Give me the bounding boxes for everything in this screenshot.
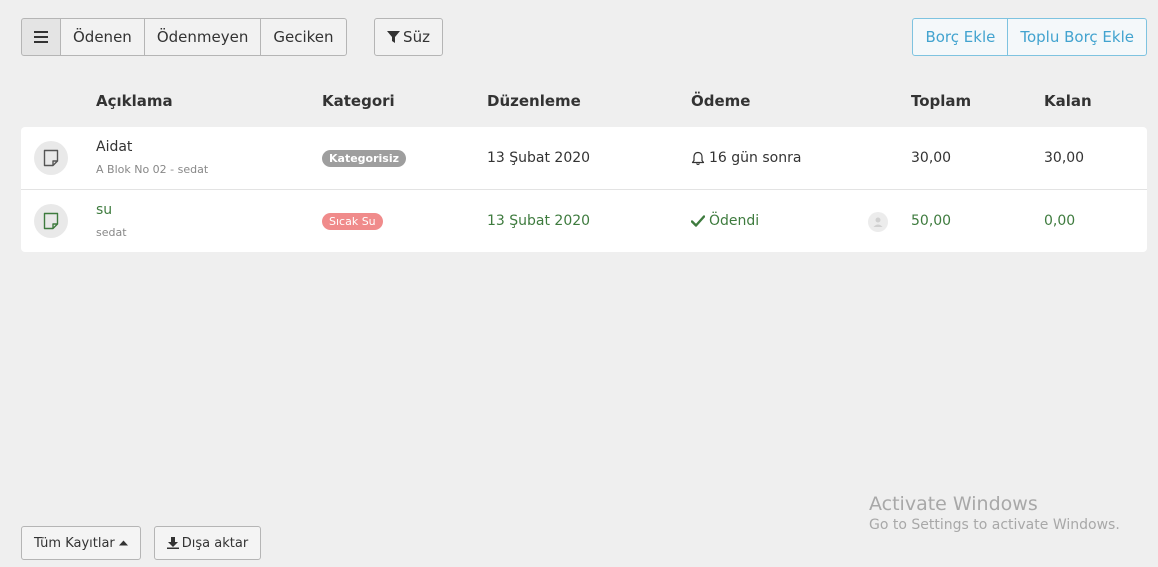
header-category[interactable]: Kategori [322,92,395,110]
row-total: 50,00 [911,213,952,229]
check-icon [691,215,705,227]
windows-activation-watermark: Activate Windows Go to Settings to activ… [869,493,1120,533]
row-date: 13 Şubat 2020 [487,213,591,229]
row-payment-cell: 16 gün sonra [691,127,801,189]
download-icon [166,537,179,549]
payment-status: Ödendi [709,213,760,229]
row-payment-cell: Ödendi [691,190,759,252]
user-avatar-icon[interactable] [868,212,888,232]
category-badge: Kategorisiz [322,149,407,167]
document-icon [34,204,68,238]
watermark-title: Activate Windows [869,493,1038,515]
row-category-cell: Sıcak Su [322,190,383,252]
row-remaining: 30,00 [1044,150,1085,166]
row-subtitle: A Blok No 02 - sedat [96,163,209,176]
caret-up-icon [118,540,128,546]
all-records-dropdown[interactable]: Tüm Kayıtlar [21,526,141,560]
header-description[interactable]: Açıklama [96,92,173,110]
debts-table: Aidat A Blok No 02 - sedat Kategorisiz 1… [21,127,1147,252]
menu-button[interactable] [21,18,61,56]
all-records-label: Tüm Kayıtlar [34,535,115,551]
row-title: Aidat [96,139,133,155]
row-date: 13 Şubat 2020 [487,150,591,166]
row-title: su [96,202,113,218]
watermark-subtitle: Go to Settings to activate Windows. [869,517,1120,533]
category-badge: Sıcak Su [322,212,383,230]
filter-overdue-button[interactable]: Geciken [260,18,347,56]
hamburger-icon [34,31,48,43]
add-debt-button[interactable]: Borç Ekle [912,18,1009,56]
header-total[interactable]: Toplam [911,92,971,110]
bulk-add-debt-button[interactable]: Toplu Borç Ekle [1007,18,1147,56]
filter-unpaid-button[interactable]: Ödenmeyen [143,18,262,56]
table-row[interactable]: Aidat A Blok No 02 - sedat Kategorisiz 1… [21,127,1147,190]
export-button[interactable]: Dışa aktar [153,526,262,560]
row-total: 30,00 [911,150,952,166]
status-filter-group: Ödenen Ödenmeyen Geciken [21,18,347,56]
filter-paid-button[interactable]: Ödenen [60,18,145,56]
row-category-cell: Kategorisiz [322,127,407,189]
header-payment[interactable]: Ödeme [691,92,750,110]
row-remaining: 0,00 [1044,213,1076,229]
filter-button-label: Süz [403,28,430,46]
row-subtitle: sedat [96,226,127,239]
bell-icon [691,151,705,165]
footer-actions: Tüm Kayıtlar Dışa aktar [21,526,262,560]
funnel-icon [387,30,401,43]
header-remaining[interactable]: Kalan [1044,92,1092,110]
table-row[interactable]: su sedat Sıcak Su 13 Şubat 2020 Ödendi 5… [21,190,1147,252]
filter-button[interactable]: Süz [374,18,443,56]
toolbar: Ödenen Ödenmeyen Geciken Süz Borç Ekle T… [21,18,1147,56]
add-debt-group: Borç Ekle Toplu Borç Ekle [912,18,1147,56]
header-edited[interactable]: Düzenleme [487,92,581,110]
document-icon [34,141,68,175]
export-label: Dışa aktar [181,535,249,551]
payment-status: 16 gün sonra [709,150,802,166]
table-header: Açıklama Kategori Düzenleme Ödeme Toplam… [21,92,1147,117]
